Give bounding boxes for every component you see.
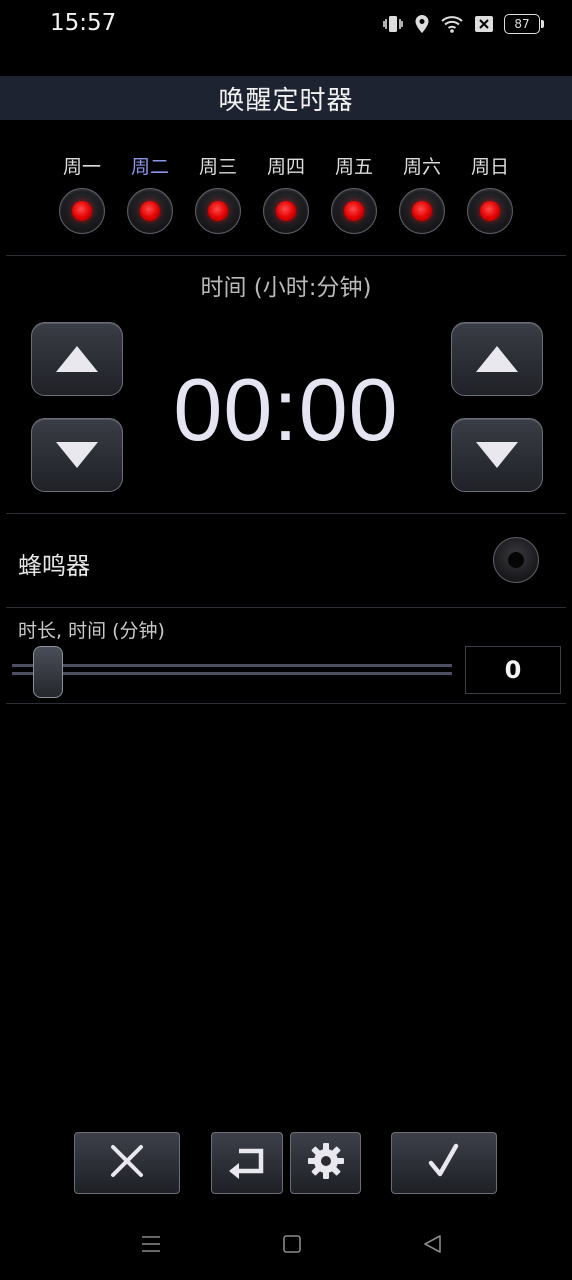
check-icon [426,1143,462,1183]
day-thursday[interactable]: 周四 [256,152,316,234]
status-icons: 87 [382,14,544,34]
day-monday[interactable]: 周一 [52,152,112,234]
led-indicator [208,201,228,221]
undo-button[interactable] [211,1132,283,1194]
duration-value: 0 [465,646,561,694]
system-nav-bar [0,1214,572,1274]
sim-disabled-icon [474,15,494,33]
day-label: 周二 [130,156,169,178]
led-indicator [412,201,432,221]
divider [6,255,566,256]
day-label: 周日 [470,156,509,178]
hour-up-button[interactable] [31,322,123,396]
day-label: 周四 [266,156,305,178]
day-toggle[interactable] [399,188,445,234]
day-label: 周五 [334,156,373,178]
close-icon [109,1143,145,1183]
day-sunday[interactable]: 周日 [460,152,520,234]
arrow-up-icon [56,346,98,372]
status-bar: 15:57 87 [0,0,572,52]
time-display: 00:00 [173,360,399,459]
buzzer-label: 蜂鸣器 [18,552,90,580]
confirm-button[interactable] [391,1132,497,1194]
minute-down-button[interactable] [451,418,543,492]
led-indicator [480,201,500,221]
divider [6,513,566,514]
led-indicator [140,201,160,221]
arrow-up-icon [476,346,518,372]
return-icon [227,1143,267,1183]
menu-icon[interactable] [140,1234,162,1258]
day-saturday[interactable]: 周六 [392,152,452,234]
settings-button[interactable] [290,1132,361,1194]
day-label: 周一 [62,156,101,178]
radio-indicator [508,552,524,568]
weekday-selector: 周一 周二 周三 周四 周五 周六 周日 [52,152,520,234]
arrow-down-icon [56,442,98,468]
time-caption: 时间 (小时:分钟) [200,275,372,301]
day-label: 周六 [402,156,441,178]
divider [6,703,566,704]
day-toggle[interactable] [467,188,513,234]
page-title: 唤醒定时器 [218,85,354,116]
minute-up-button[interactable] [451,322,543,396]
led-indicator [344,201,364,221]
arrow-down-icon [476,442,518,468]
battery-icon: 87 [504,14,544,34]
day-friday[interactable]: 周五 [324,152,384,234]
gear-icon [306,1141,346,1185]
hour-down-button[interactable] [31,418,123,492]
title-bar: 唤醒定时器 [0,76,572,120]
led-indicator [276,201,296,221]
day-toggle[interactable] [331,188,377,234]
day-toggle[interactable] [195,188,241,234]
vibrate-icon [382,14,404,34]
slider-rail [12,672,452,675]
buzzer-toggle[interactable] [493,537,539,583]
led-indicator [72,201,92,221]
duration-label: 时长, 时间 (分钟) [18,620,165,642]
day-toggle[interactable] [59,188,105,234]
status-time: 15:57 [50,10,117,36]
location-icon [414,14,430,34]
slider-rail [12,664,452,667]
day-toggle[interactable] [127,188,173,234]
duration-slider-track[interactable] [12,664,452,676]
divider [6,607,566,608]
day-label: 周三 [198,156,237,178]
cancel-button[interactable] [74,1132,180,1194]
duration-slider-thumb[interactable] [33,646,63,698]
day-toggle[interactable] [263,188,309,234]
home-icon[interactable] [282,1234,302,1258]
day-wednesday[interactable]: 周三 [188,152,248,234]
back-icon[interactable] [422,1234,442,1258]
day-tuesday[interactable]: 周二 [120,152,180,234]
wifi-icon [440,14,464,34]
